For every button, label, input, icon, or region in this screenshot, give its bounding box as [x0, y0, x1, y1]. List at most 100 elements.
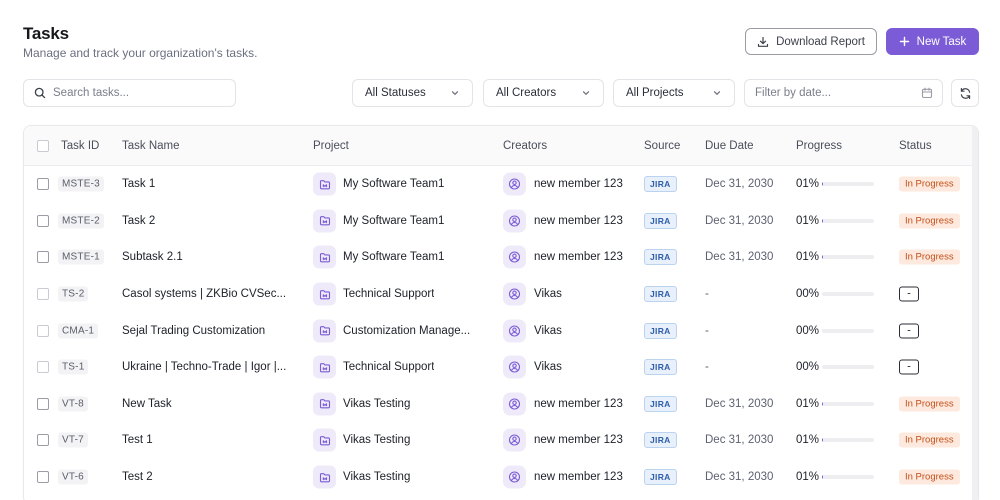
- project-icon-wrap: [313, 209, 336, 233]
- row-checkbox[interactable]: [37, 251, 49, 264]
- creators-filter-select[interactable]: All Creators: [483, 79, 604, 107]
- plus-icon: [899, 36, 909, 47]
- progress-bar: [822, 438, 874, 443]
- source-badge: JIRA: [644, 469, 677, 486]
- progress-percent: 00%: [796, 288, 820, 301]
- creator-name: Vikas: [534, 288, 562, 301]
- creator-avatar: [503, 282, 526, 306]
- progress-percent: 01%: [796, 251, 820, 264]
- task-name[interactable]: Test 1: [122, 434, 153, 446]
- folder-icon: [319, 289, 330, 299]
- status-badge[interactable]: In Progress: [899, 249, 960, 265]
- select-all-checkbox[interactable]: [37, 140, 49, 152]
- task-name[interactable]: Casol systems | ZKBio CVSec...: [122, 288, 286, 300]
- row-checkbox[interactable]: [37, 178, 49, 191]
- table-row[interactable]: MSTE-3 Task 1 My Software Team1 new member …: [24, 166, 978, 203]
- status-badge[interactable]: -: [899, 286, 919, 302]
- project-name[interactable]: Technical Support: [343, 361, 434, 373]
- table-row[interactable]: VT-6 Test 2 Vikas Testing new member 123 JIR…: [24, 459, 978, 496]
- column-header-due-date[interactable]: Due Date: [705, 140, 754, 152]
- status-badge[interactable]: In Progress: [899, 176, 960, 192]
- project-name[interactable]: Vikas Testing: [343, 471, 410, 483]
- creator-avatar: [503, 319, 526, 343]
- page-title: Tasks: [23, 24, 69, 43]
- table-row[interactable]: MSTE-1 Subtask 2.1 My Software Team1 new me…: [24, 239, 978, 276]
- row-checkbox[interactable]: [37, 397, 49, 410]
- task-id: MSTE-1: [58, 249, 104, 265]
- row-checkbox[interactable]: [37, 288, 49, 301]
- status-badge[interactable]: In Progress: [899, 469, 960, 485]
- row-checkbox[interactable]: [37, 471, 49, 484]
- table-row[interactable]: TS-2 Casol systems | ZKBio CVSec... Techni…: [24, 276, 978, 313]
- row-checkbox[interactable]: [37, 324, 49, 337]
- status-badge[interactable]: In Progress: [899, 213, 960, 229]
- search-box[interactable]: [23, 79, 236, 107]
- creator-name: new member 123: [534, 214, 623, 227]
- search-input[interactable]: [53, 87, 223, 99]
- folder-icon: [319, 399, 330, 409]
- project-name[interactable]: Technical Support: [343, 288, 434, 300]
- user-circle-icon: [508, 178, 521, 190]
- column-header-progress[interactable]: Progress: [796, 140, 842, 152]
- task-name[interactable]: Test 2: [122, 471, 153, 483]
- column-header-creators[interactable]: Creators: [503, 140, 547, 152]
- project-name[interactable]: Customization Manage...: [343, 325, 470, 337]
- table-row[interactable]: VT-7 Test 1 Vikas Testing new member 123 JIR…: [24, 422, 978, 459]
- table-row[interactable]: CMA-1 Sejal Trading Customization Customiz…: [24, 312, 978, 349]
- task-name[interactable]: Task 1: [122, 178, 155, 190]
- due-date: Dec 31, 2030: [705, 178, 774, 191]
- folder-icon: [319, 216, 330, 226]
- calendar-icon[interactable]: [921, 87, 933, 99]
- table-row[interactable]: MSTE-2 Task 2 My Software Team1 new member …: [24, 203, 978, 240]
- user-circle-icon: [508, 251, 521, 264]
- refresh-button[interactable]: [951, 79, 979, 107]
- project-name[interactable]: My Software Team1: [343, 251, 444, 263]
- project-icon-wrap: [313, 392, 336, 416]
- progress-bar: [822, 365, 874, 370]
- tasks-table: Task ID Task Name Project Creators Sourc…: [23, 125, 979, 500]
- table-row[interactable]: TS-1 Ukraine | Techno-Trade | Igor |... Te…: [24, 349, 978, 386]
- project-name[interactable]: Vikas Testing: [343, 398, 410, 410]
- project-name[interactable]: Vikas Testing: [343, 434, 410, 446]
- task-name[interactable]: Sejal Trading Customization: [122, 325, 265, 337]
- project-name[interactable]: My Software Team1: [343, 178, 444, 190]
- column-header-task-id[interactable]: Task ID: [61, 140, 99, 152]
- status-badge[interactable]: -: [899, 323, 919, 339]
- progress-percent: 01%: [796, 434, 820, 447]
- projects-filter-select[interactable]: All Projects: [613, 79, 735, 107]
- project-icon-wrap: [313, 428, 336, 452]
- date-filter-input[interactable]: Filter by date...: [744, 79, 943, 107]
- column-header-task-name[interactable]: Task Name: [122, 140, 180, 152]
- progress-bar-fill: [822, 401, 823, 406]
- status-filter-select[interactable]: All Statuses: [352, 79, 473, 107]
- new-task-button[interactable]: New Task: [886, 28, 979, 55]
- progress-percent: 00%: [796, 361, 820, 374]
- user-circle-icon: [508, 361, 521, 373]
- folder-icon: [319, 472, 330, 482]
- row-checkbox[interactable]: [37, 434, 49, 447]
- chevron-down-icon: [582, 91, 590, 95]
- column-header-status[interactable]: Status: [899, 140, 932, 152]
- table-row[interactable]: VT-8 New Task Vikas Testing new member 123 J…: [24, 386, 978, 423]
- user-circle-icon: [508, 398, 521, 410]
- task-name[interactable]: New Task: [122, 398, 172, 410]
- task-name[interactable]: Task 2: [122, 215, 155, 227]
- status-badge[interactable]: In Progress: [899, 396, 960, 412]
- task-id: VT-6: [58, 469, 88, 485]
- task-name[interactable]: Ukraine | Techno-Trade | Igor |...: [122, 361, 286, 373]
- project-icon-wrap: [313, 319, 336, 343]
- status-badge[interactable]: In Progress: [899, 432, 960, 448]
- table-scrollbar[interactable]: [972, 126, 978, 500]
- task-id: TS-2: [58, 286, 89, 302]
- project-name[interactable]: My Software Team1: [343, 215, 444, 227]
- folder-icon: [319, 436, 330, 446]
- row-checkbox[interactable]: [37, 361, 49, 374]
- download-report-button[interactable]: Download Report: [745, 28, 877, 55]
- status-badge[interactable]: -: [899, 359, 919, 375]
- task-name[interactable]: Subtask 2.1: [122, 251, 183, 263]
- column-header-project[interactable]: Project: [313, 140, 349, 152]
- creator-avatar: [503, 209, 526, 233]
- row-checkbox[interactable]: [37, 214, 49, 227]
- column-header-source[interactable]: Source: [644, 140, 680, 152]
- page-subtitle: Manage and track your organization's tas…: [23, 46, 258, 60]
